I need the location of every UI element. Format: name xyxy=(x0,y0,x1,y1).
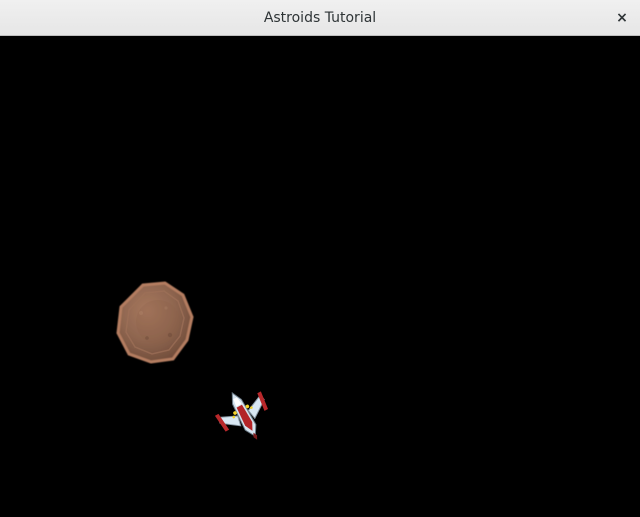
player-ship-sprite xyxy=(215,391,269,440)
window-title: Astroids Tutorial xyxy=(263,10,377,26)
close-icon: × xyxy=(616,10,628,26)
asteroid-sprite xyxy=(116,281,194,364)
window-titlebar: Astroids Tutorial × xyxy=(0,0,640,36)
game-canvas[interactable] xyxy=(0,36,640,517)
close-button[interactable]: × xyxy=(610,6,634,30)
game-window: Astroids Tutorial × xyxy=(0,0,640,517)
